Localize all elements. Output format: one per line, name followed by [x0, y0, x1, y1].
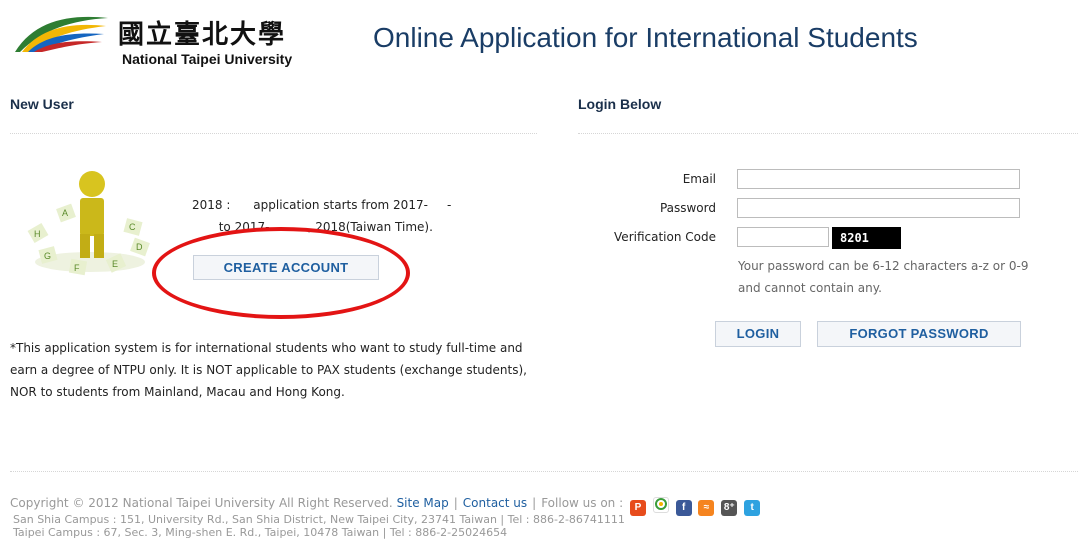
password-field[interactable] — [737, 198, 1020, 218]
verification-code-field[interactable] — [737, 227, 829, 247]
svg-text:G: G — [44, 251, 51, 261]
google-plus-icon[interactable]: 8⁺ — [721, 500, 738, 516]
verification-code-label: Verification Code — [614, 230, 716, 244]
svg-text:H: H — [34, 229, 41, 239]
new-user-heading: New User — [10, 96, 74, 112]
forgot-password-button[interactable]: FORGOT PASSWORD — [817, 321, 1021, 347]
svg-text:F: F — [74, 263, 80, 273]
divider — [578, 133, 1078, 134]
svg-text:E: E — [112, 259, 118, 269]
captcha-image: 8201 — [832, 227, 901, 249]
create-account-button[interactable]: CREATE ACCOUNT — [193, 255, 379, 280]
separator: | — [532, 496, 537, 510]
site-map-link[interactable]: Site Map — [397, 496, 449, 510]
password-hint: Your password can be 6-12 characters a-z… — [738, 259, 1029, 295]
university-chinese-name: 國立臺北大學 — [118, 20, 287, 50]
twitter-icon[interactable]: t — [744, 500, 761, 516]
divider — [10, 133, 537, 134]
page-title: Online Application for International Stu… — [373, 22, 918, 53]
rss-icon[interactable]: ≈ — [698, 500, 715, 516]
ntpu-logo — [15, 16, 108, 52]
application-period-text: 2018 : application starts from 2017- - t… — [192, 194, 537, 238]
contact-us-link[interactable]: Contact us — [463, 496, 527, 510]
university-english-name: National Taipei University — [122, 51, 293, 67]
svg-text:D: D — [136, 242, 143, 252]
separator: | — [453, 496, 458, 510]
svg-text:A: A — [62, 208, 68, 218]
divider — [10, 471, 1078, 472]
student-figure-icon: A C H D G F E — [27, 171, 150, 276]
login-heading: Login Below — [578, 96, 662, 112]
email-label: Email — [682, 172, 716, 186]
password-label: Password — [659, 201, 716, 215]
picasa-icon[interactable] — [652, 497, 669, 513]
period-line-2: to 2017- , 2018(Taiwan Time). — [192, 220, 433, 234]
period-line-1: 2018 : application starts from 2017- - — [192, 198, 452, 212]
taipei-campus-address: Taipei Campus : 67, Sec. 3, Ming-shen E.… — [13, 526, 508, 539]
follow-us-label: Follow us on : — [541, 496, 624, 510]
plurk-icon[interactable]: P — [629, 500, 646, 516]
copyright-text: Copyright © 2012 National Taipei Univers… — [10, 496, 393, 510]
san-shia-campus-address: San Shia Campus : 151, University Rd., S… — [13, 513, 625, 526]
email-field[interactable] — [737, 169, 1020, 189]
eligibility-notice: *This application system is for internat… — [10, 341, 527, 399]
svg-text:C: C — [129, 222, 136, 232]
login-button[interactable]: LOGIN — [715, 321, 801, 347]
facebook-icon[interactable]: f — [675, 500, 692, 516]
